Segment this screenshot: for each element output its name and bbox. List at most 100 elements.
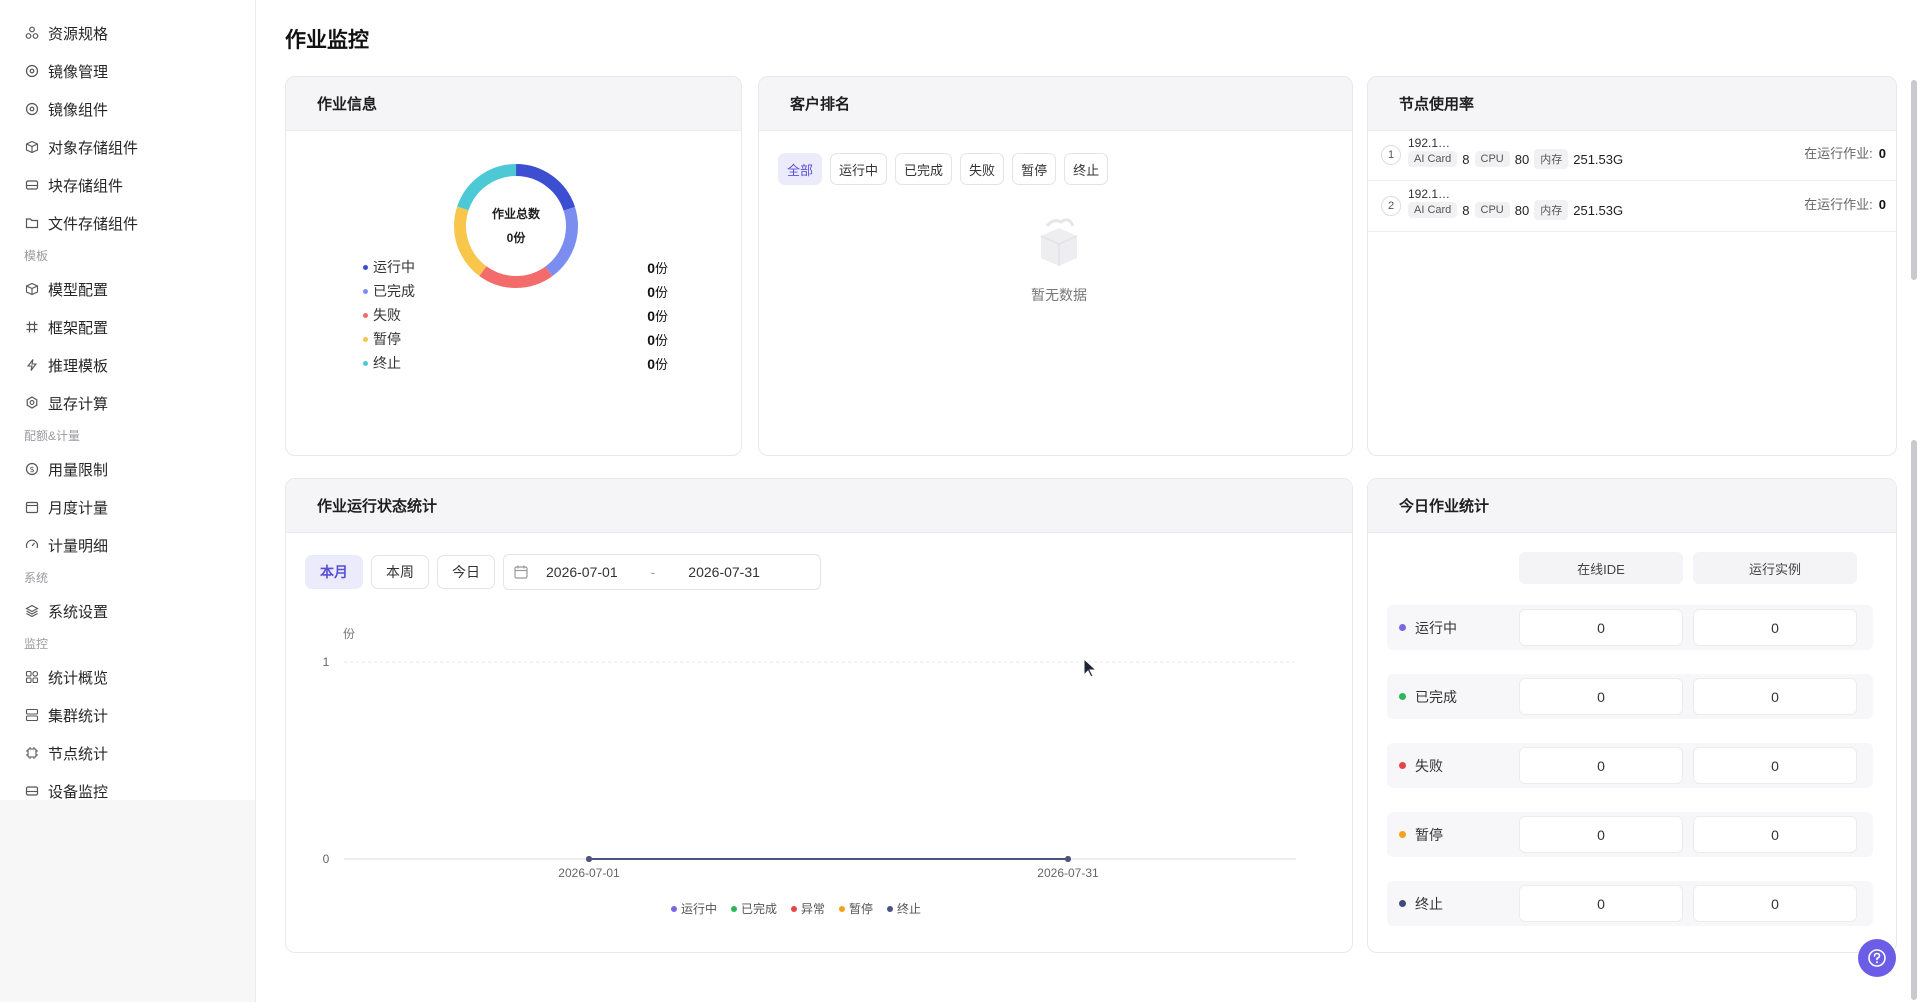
layers-icon — [24, 603, 40, 619]
legend-value: 0份 — [647, 258, 668, 277]
sidebar-item-items-3[interactable]: 对象存储组件 — [0, 128, 255, 166]
sidebar-item-quota_items-2[interactable]: 计量明细 — [0, 526, 255, 564]
bolt-icon — [24, 357, 40, 373]
stat-label: 运行中 — [1399, 605, 1457, 650]
empty-state: 暂无数据 — [1009, 212, 1109, 305]
chart-legend-label: 运行中 — [681, 901, 717, 916]
stat-dot — [1399, 624, 1406, 631]
range-button[interactable]: 今日 — [437, 555, 495, 589]
legend-value: 0份 — [647, 282, 668, 301]
series-point-4 — [1065, 856, 1071, 862]
help-button[interactable] — [1858, 939, 1896, 977]
stat-label: 已完成 — [1399, 674, 1457, 719]
job-legend-row: 暂停 0份 — [363, 327, 668, 351]
rank-filter-row: 全部 运行中 已完成 失败 暂停 终止 — [778, 153, 1109, 185]
range-row: 本月 本周 今日 2026-07-01 - 2026-07-31 — [305, 554, 821, 590]
stat-ide-value: 0 — [1519, 678, 1683, 715]
legend-dot — [671, 906, 677, 912]
sidebar-item-label: 统计概览 — [48, 669, 109, 687]
range-button[interactable]: 本月 — [305, 555, 363, 589]
stat-dot — [1399, 693, 1406, 700]
legend-label: 已完成 — [363, 281, 415, 301]
legend-value: 0份 — [647, 354, 668, 373]
today-stat-row: 失败 0 0 — [1387, 743, 1873, 788]
sidebar-item-label: 镜像管理 — [48, 63, 109, 81]
rank-filter-chip[interactable]: 暂停 — [1012, 153, 1057, 185]
sidebar-item-label: 推理模板 — [48, 357, 109, 375]
node-ip: 192.1… — [1408, 136, 1451, 150]
stat-dot — [1399, 762, 1406, 769]
running-count: 0 — [1878, 197, 1886, 212]
stat-label-text: 终止 — [1415, 895, 1443, 912]
today-stat-row: 运行中 0 0 — [1387, 605, 1873, 650]
empty-text: 暂无数据 — [1031, 287, 1087, 303]
cluster-icon — [24, 25, 40, 41]
rank-filter-chip[interactable]: 终止 — [1064, 153, 1109, 185]
sidebar-item-items-4[interactable]: 块存储组件 — [0, 166, 255, 204]
chart-legend-label: 终止 — [897, 901, 921, 916]
cpu-tag: CPU — [1474, 202, 1510, 218]
stat-ide-value: 0 — [1519, 609, 1683, 646]
node-index: 1 — [1381, 145, 1401, 165]
node-index: 2 — [1381, 196, 1401, 216]
job-legend-row: 已完成 0份 — [363, 279, 668, 303]
node-row[interactable]: 1 192.1… AI Card 8 CPU 80 内存 251.53G 在运行作业: 0 — [1368, 131, 1896, 181]
chart-legend-label: 暂停 — [849, 901, 873, 916]
sidebar-item-items-0[interactable]: 资源规格 — [0, 14, 255, 52]
legend-unit: 份 — [654, 260, 668, 276]
sidebar-item-label: 模型配置 — [48, 281, 109, 299]
range-button[interactable]: 本周 — [371, 555, 429, 589]
cpu-value: 80 — [1514, 151, 1530, 167]
rank-filter-chip[interactable]: 失败 — [960, 153, 1005, 185]
empty-box-icon — [1040, 218, 1078, 266]
sidebar-item-template_items-2[interactable]: 推理模板 — [0, 346, 255, 384]
sidebar-item-monitor_items-0[interactable]: 统计概览 — [0, 658, 255, 696]
stat-instance-value: 0 — [1693, 885, 1857, 922]
date-start[interactable]: 2026-07-01 — [546, 564, 618, 580]
sidebar-item-items-2[interactable]: 镜像组件 — [0, 90, 255, 128]
sidebar-item-label: 系统设置 — [48, 603, 109, 621]
scrollbar-top[interactable] — [1911, 80, 1917, 280]
stat-ide-value: 0 — [1519, 885, 1683, 922]
legend-dot — [839, 906, 845, 912]
legend-unit: 份 — [654, 332, 668, 348]
stat-label-text: 已完成 — [1415, 688, 1457, 705]
ai-card-value: 8 — [1462, 151, 1470, 167]
sidebar-item-label: 对象存储组件 — [48, 139, 139, 157]
folder-icon — [24, 215, 40, 231]
rank-filter-chip[interactable]: 全部 — [778, 153, 823, 185]
rank-filter-chip[interactable]: 运行中 — [830, 153, 888, 185]
job-legend-row: 运行中 0份 — [363, 255, 668, 279]
sidebar-item-quota_items-0[interactable]: $ 用量限制 — [0, 450, 255, 488]
range-buttons: 本月 本周 今日 — [305, 555, 495, 589]
sidebar-item-monitor_items-2[interactable]: 节点统计 — [0, 734, 255, 772]
date-range-picker[interactable]: 2026-07-01 - 2026-07-31 — [503, 554, 821, 590]
drive-icon — [24, 177, 40, 193]
sidebar-item-label: 计量明细 — [48, 537, 109, 555]
donut-center-value: 0份 — [506, 231, 526, 245]
sidebar-item-template_items-3[interactable]: 显存计算 — [0, 384, 255, 422]
sidebar-item-items-5[interactable]: 文件存储组件 — [0, 204, 255, 242]
sidebar-item-template_items-0[interactable]: 模型配置 — [0, 270, 255, 308]
node-row[interactable]: 2 192.1… AI Card 8 CPU 80 内存 251.53G 在运行作业: 0 — [1368, 182, 1896, 232]
sidebar-item-monitor_items-3[interactable]: 设备监控 — [0, 772, 255, 810]
rank-filter-chip[interactable]: 已完成 — [895, 153, 953, 185]
stat-instance-value: 0 — [1693, 747, 1857, 784]
sidebar-item-quota_items-1[interactable]: 月度计量 — [0, 488, 255, 526]
cpu-value: 80 — [1514, 202, 1530, 218]
scrollbar-thumb[interactable] — [1911, 440, 1917, 1000]
sidebar-item-template_items-1[interactable]: 框架配置 — [0, 308, 255, 346]
run-stats-title: 作业运行状态统计 — [286, 479, 1352, 533]
sidebar-item-items-1[interactable]: 镜像管理 — [0, 52, 255, 90]
date-end[interactable]: 2026-07-31 — [688, 564, 760, 580]
sidebar-item-monitor_items-1[interactable]: 集群统计 — [0, 696, 255, 734]
help-icon — [1868, 949, 1886, 967]
legend-text: 终止 — [373, 355, 401, 371]
node-specs: AI Card 8 CPU 80 内存 251.53G — [1408, 149, 1623, 169]
sidebar-group-label: 监控 — [24, 637, 49, 651]
ai-card-tag: AI Card — [1408, 151, 1458, 167]
stat-ide-value: 0 — [1519, 816, 1683, 853]
mouse-cursor-icon — [1083, 657, 1098, 678]
sidebar-item-system_items-0[interactable]: 系统设置 — [0, 592, 255, 630]
legend-label: 失败 — [363, 305, 401, 325]
